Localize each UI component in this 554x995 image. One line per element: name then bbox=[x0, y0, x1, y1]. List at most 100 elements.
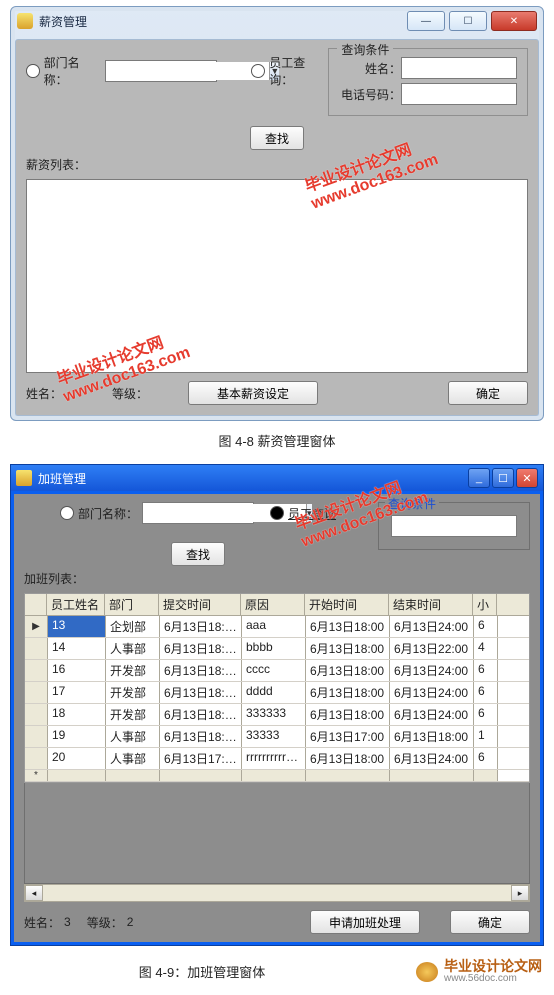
cell-last[interactable] bbox=[474, 770, 498, 781]
cell-end[interactable]: 6月13日24:00 bbox=[390, 616, 474, 637]
cell-last[interactable]: 6 bbox=[474, 748, 498, 769]
cell-last[interactable]: 6 bbox=[474, 682, 498, 703]
cell-name[interactable]: 17 bbox=[48, 682, 106, 703]
cell-dept[interactable]: 人事部 bbox=[106, 726, 160, 747]
cell-submit[interactable]: 6月13日17:00 bbox=[160, 748, 242, 769]
dept-combo[interactable]: ▾ bbox=[142, 502, 254, 524]
cell-name[interactable]: 19 bbox=[48, 726, 106, 747]
col-submit[interactable]: 提交时间 bbox=[159, 594, 241, 615]
titlebar[interactable]: 薪资管理 — ☐ ✕ bbox=[11, 7, 543, 35]
cell-submit[interactable]: 6月13日18:00 bbox=[160, 638, 242, 659]
cell-name[interactable]: 18 bbox=[48, 704, 106, 725]
cell-dept[interactable]: 企划部 bbox=[106, 616, 160, 637]
cell-submit[interactable]: 6月13日18:00 bbox=[160, 682, 242, 703]
titlebar[interactable]: 加班管理 _ ☐ ✕ bbox=[11, 465, 543, 491]
cell-start[interactable]: 6月13日18:00 bbox=[306, 638, 390, 659]
row-selector[interactable] bbox=[25, 660, 48, 681]
dept-radio[interactable] bbox=[26, 64, 40, 78]
row-selector[interactable]: * bbox=[25, 770, 48, 781]
cell-dept[interactable]: 人事部 bbox=[106, 748, 160, 769]
cell-submit[interactable]: 6月13日18:00 bbox=[160, 704, 242, 725]
cell-last[interactable]: 4 bbox=[474, 638, 498, 659]
cell-end[interactable]: 6月13日24:00 bbox=[390, 748, 474, 769]
table-row[interactable]: ▶13企划部6月13日18:00aaa6月13日18:006月13日24:006 bbox=[25, 616, 529, 638]
name-input[interactable] bbox=[401, 57, 517, 79]
maximize-button[interactable]: ☐ bbox=[449, 11, 487, 31]
cell-reason[interactable]: bbbb bbox=[242, 638, 306, 659]
base-salary-button[interactable]: 基本薪资设定 bbox=[188, 381, 318, 405]
cell-reason[interactable]: rrrrrrrrrrrrrr bbox=[242, 748, 306, 769]
table-row[interactable]: 17开发部6月13日18:00dddd6月13日18:006月13日24:006 bbox=[25, 682, 529, 704]
cell-name[interactable]: 16 bbox=[48, 660, 106, 681]
h-scrollbar[interactable]: ◂ ▸ bbox=[24, 884, 530, 902]
table-row[interactable]: 16开发部6月13日18:00cccc6月13日18:006月13日24:006 bbox=[25, 660, 529, 682]
search-button[interactable]: 查找 bbox=[250, 126, 304, 150]
col-dept[interactable]: 部门 bbox=[105, 594, 159, 615]
query-input[interactable] bbox=[391, 515, 517, 537]
cell-last[interactable]: 6 bbox=[474, 616, 498, 637]
cell-end[interactable]: 6月13日24:00 bbox=[390, 682, 474, 703]
close-button[interactable]: ✕ bbox=[491, 11, 537, 31]
salary-listbox[interactable] bbox=[26, 179, 528, 373]
row-selector[interactable] bbox=[25, 726, 48, 747]
scroll-right-icon[interactable]: ▸ bbox=[511, 885, 529, 901]
overtime-grid[interactable]: 员工姓名 部门 提交时间 原因 开始时间 结束时间 小 ▶13企划部6月13日1… bbox=[24, 593, 530, 783]
cell-end[interactable]: 6月13日24:00 bbox=[390, 704, 474, 725]
cell-submit[interactable]: 6月13日18:00 bbox=[160, 660, 242, 681]
maximize-button[interactable]: ☐ bbox=[492, 468, 514, 488]
cell-dept[interactable] bbox=[106, 770, 160, 781]
dept-combo-input[interactable] bbox=[106, 62, 269, 80]
table-row[interactable]: 14人事部6月13日18:00bbbb6月13日18:006月13日22:004 bbox=[25, 638, 529, 660]
minimize-button[interactable]: — bbox=[407, 11, 445, 31]
cell-name[interactable]: 20 bbox=[48, 748, 106, 769]
cell-name[interactable]: 13 bbox=[48, 616, 106, 637]
cell-start[interactable]: 6月13日18:00 bbox=[306, 616, 390, 637]
close-button[interactable]: ✕ bbox=[516, 468, 538, 488]
cell-reason[interactable]: cccc bbox=[242, 660, 306, 681]
cell-start[interactable]: 6月13日18:00 bbox=[306, 748, 390, 769]
cell-end[interactable]: 6月13日24:00 bbox=[390, 660, 474, 681]
cell-start[interactable] bbox=[306, 770, 390, 781]
row-selector[interactable] bbox=[25, 682, 48, 703]
cell-end[interactable]: 6月13日18:00 bbox=[390, 726, 474, 747]
cell-last[interactable]: 6 bbox=[474, 660, 498, 681]
apply-overtime-button[interactable]: 申请加班处理 bbox=[310, 910, 420, 934]
cell-submit[interactable]: 6月13日18:00 bbox=[160, 616, 242, 637]
cell-start[interactable]: 6月13日17:00 bbox=[306, 726, 390, 747]
row-selector[interactable] bbox=[25, 748, 48, 769]
search-button[interactable]: 查找 bbox=[171, 542, 225, 566]
cell-reason[interactable]: 33333 bbox=[242, 726, 306, 747]
dept-radio[interactable] bbox=[60, 506, 74, 520]
col-end[interactable]: 结束时间 bbox=[389, 594, 473, 615]
dept-combo[interactable]: ▼ bbox=[105, 60, 217, 82]
col-reason[interactable]: 原因 bbox=[241, 594, 305, 615]
col-name[interactable]: 员工姓名 bbox=[47, 594, 105, 615]
cell-start[interactable]: 6月13日18:00 bbox=[306, 704, 390, 725]
cell-end[interactable]: 6月13日22:00 bbox=[390, 638, 474, 659]
emp-radio[interactable] bbox=[270, 506, 284, 520]
ok-button[interactable]: 确定 bbox=[450, 910, 530, 934]
ok-button[interactable]: 确定 bbox=[448, 381, 528, 405]
cell-reason[interactable] bbox=[242, 770, 306, 781]
cell-reason[interactable]: 333333 bbox=[242, 704, 306, 725]
cell-name[interactable]: 14 bbox=[48, 638, 106, 659]
cell-start[interactable]: 6月13日18:00 bbox=[306, 682, 390, 703]
cell-end[interactable] bbox=[390, 770, 474, 781]
cell-last[interactable]: 1 bbox=[474, 726, 498, 747]
col-last[interactable]: 小 bbox=[473, 594, 497, 615]
cell-last[interactable]: 6 bbox=[474, 704, 498, 725]
table-row[interactable]: 18开发部6月13日18:003333336月13日18:006月13日24:0… bbox=[25, 704, 529, 726]
emp-radio[interactable] bbox=[251, 64, 265, 78]
minimize-button[interactable]: _ bbox=[468, 468, 490, 488]
phone-input[interactable] bbox=[401, 83, 517, 105]
row-selector[interactable] bbox=[25, 704, 48, 725]
scroll-left-icon[interactable]: ◂ bbox=[25, 885, 43, 901]
cell-dept[interactable]: 开发部 bbox=[106, 682, 160, 703]
col-start[interactable]: 开始时间 bbox=[305, 594, 389, 615]
row-selector[interactable] bbox=[25, 638, 48, 659]
table-row[interactable]: 19人事部6月13日18:00333336月13日17:006月13日18:00… bbox=[25, 726, 529, 748]
row-selector[interactable]: ▶ bbox=[25, 616, 48, 637]
cell-submit[interactable] bbox=[160, 770, 242, 781]
cell-start[interactable]: 6月13日18:00 bbox=[306, 660, 390, 681]
cell-submit[interactable]: 6月13日18:00 bbox=[160, 726, 242, 747]
